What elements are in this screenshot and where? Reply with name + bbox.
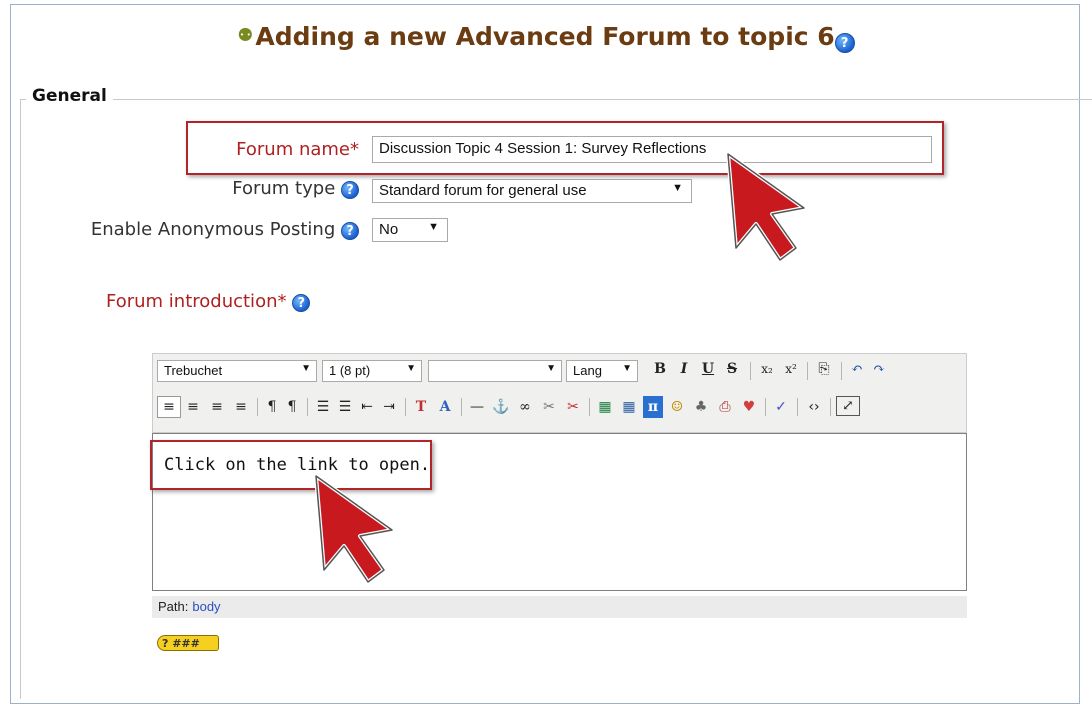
toolbar-separator: [830, 398, 831, 416]
toolbar-separator: [589, 398, 590, 416]
underline-button[interactable]: U: [698, 358, 718, 380]
chevron-down-icon: ▼: [622, 363, 632, 374]
toolbar-separator: [841, 362, 842, 380]
page-title: ⚉Adding a new Advanced Forum to topic 6?: [0, 22, 1092, 53]
anonymous-help-icon[interactable]: ?: [341, 222, 359, 240]
toolbar-separator: [405, 398, 406, 416]
toolbar-separator: [807, 362, 808, 380]
align-justify-icon[interactable]: ≡: [231, 396, 251, 418]
pointer-cursor-icon: [314, 474, 394, 584]
subscript-button[interactable]: x₂: [756, 358, 778, 380]
html-source-icon[interactable]: ‹›: [803, 396, 825, 418]
toolbar-separator: [461, 398, 462, 416]
italic-button[interactable]: I: [674, 358, 694, 380]
fieldset-legend: General: [26, 86, 113, 106]
insert-table-icon[interactable]: ▦: [619, 396, 639, 418]
keyboard-help-icon[interactable]: ? ###: [157, 635, 219, 651]
toolbar-separator: [765, 398, 766, 416]
paste-icon[interactable]: ⎙: [715, 396, 735, 418]
fieldset-border-left: [20, 99, 21, 699]
fieldset-border: [20, 99, 1092, 100]
fullscreen-icon[interactable]: ⤢: [836, 396, 860, 416]
toolbar-separator: [257, 398, 258, 416]
superscript-button[interactable]: x²: [780, 358, 802, 380]
align-left-icon[interactable]: ≡: [157, 396, 181, 418]
editor-toolbar: Trebuchet ▼ 1 (8 pt) ▼ ▼ Lang ▼ B I U S x₂ …: [152, 353, 967, 433]
format-select[interactable]: ▼: [428, 360, 562, 382]
link-icon[interactable]: ∞: [515, 396, 535, 418]
forum-intro-help-icon[interactable]: ?: [292, 294, 311, 312]
path-body-link[interactable]: body: [192, 599, 220, 614]
redo-icon[interactable]: ↷: [869, 358, 889, 380]
bullet-list-icon[interactable]: ☰: [335, 396, 355, 418]
anchor-icon[interactable]: ⚓: [491, 396, 511, 418]
emoticon-heart-icon[interactable]: ♥: [739, 396, 759, 418]
highlight-forum-name: [186, 121, 944, 175]
undo-icon[interactable]: ↶: [847, 358, 867, 380]
nolink-icon[interactable]: ✂: [563, 396, 583, 418]
toolbar-separator: [750, 362, 751, 380]
forum-type-help-icon[interactable]: ?: [341, 181, 359, 199]
lang-select[interactable]: Lang ▼: [566, 360, 638, 382]
forum-type-select[interactable]: Standard forum for general use ▼: [372, 179, 692, 203]
smiley-icon[interactable]: ☺: [667, 396, 687, 418]
chevron-down-icon: ▼: [301, 363, 311, 374]
editor-path-bar: Path: body: [152, 596, 967, 618]
align-right-icon[interactable]: ≡: [207, 396, 227, 418]
horizontal-rule-icon[interactable]: —: [467, 396, 487, 418]
spellcheck-icon[interactable]: ✓: [771, 396, 791, 418]
chevron-down-icon: ▼: [428, 221, 439, 233]
page-title-text: Adding a new Advanced Forum to topic 6: [255, 22, 835, 51]
anonymous-select[interactable]: No ▼: [372, 218, 448, 242]
insert-image-icon[interactable]: ▦: [595, 396, 615, 418]
strikethrough-button[interactable]: S: [722, 358, 742, 380]
indent-icon[interactable]: ⇥: [379, 396, 399, 418]
numbered-list-icon[interactable]: ☰: [313, 396, 333, 418]
font-size-select[interactable]: 1 (8 pt) ▼: [322, 360, 422, 382]
paste-word-icon[interactable]: ⎘: [813, 358, 835, 380]
pointer-cursor-icon: [726, 152, 806, 262]
help-icon[interactable]: ?: [834, 33, 855, 53]
rtl-icon[interactable]: ¶: [283, 396, 301, 418]
toolbar-separator: [307, 398, 308, 416]
background-color-icon[interactable]: A: [435, 396, 455, 418]
unlink-icon[interactable]: ✂: [539, 396, 559, 418]
ltr-icon[interactable]: ¶: [263, 396, 281, 418]
chevron-down-icon: ▼: [406, 363, 416, 374]
outdent-icon[interactable]: ⇤: [357, 396, 377, 418]
font-family-select[interactable]: Trebuchet ▼: [157, 360, 317, 382]
math-icon[interactable]: π: [643, 396, 663, 418]
align-center-icon[interactable]: ≡: [183, 396, 203, 418]
forum-type-label: Forum type ?: [232, 178, 359, 199]
toolbar-separator: [797, 398, 798, 416]
chevron-down-icon: ▼: [672, 182, 683, 194]
forum-intro-label: Forum introduction* ?: [106, 291, 311, 312]
text-color-icon[interactable]: T: [411, 396, 431, 418]
bold-button[interactable]: B: [650, 358, 670, 380]
special-char-icon[interactable]: ♣: [691, 396, 711, 418]
forum-module-icon: ⚉: [237, 25, 254, 46]
anonymous-label: Enable Anonymous Posting ?: [91, 219, 359, 240]
chevron-down-icon: ▼: [546, 363, 556, 374]
